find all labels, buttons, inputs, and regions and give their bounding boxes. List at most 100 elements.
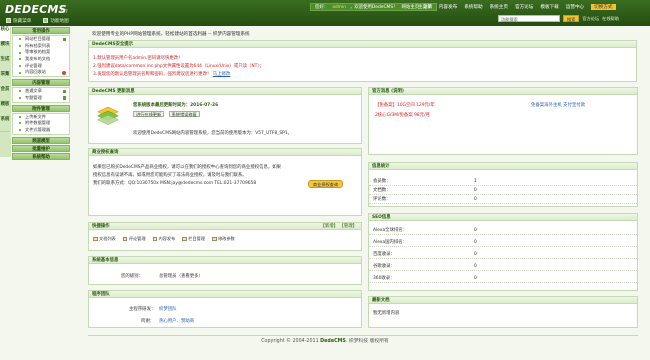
quick-columns[interactable]: 栏目管理 [182,236,205,242]
panel-title: 快捷操作 【新增】 【管理】 [89,223,361,230]
greeting-suffix: ，欢迎使用DedeCMS！ [349,5,398,10]
rail-tab-generate[interactable]: 生成 [0,57,10,72]
rail-tab-collect[interactable]: 采集 [0,72,10,87]
stat-key: 文档数： [373,188,391,193]
nav-forum[interactable]: 官方论坛 [515,4,533,10]
rail-tab-templates[interactable]: 模板 [0,102,10,117]
copyright-brand[interactable]: DedeCMS [320,339,346,344]
menu-item-label: 内容回收站 [25,69,46,75]
add-icon[interactable] [62,96,66,100]
menu-item-column-manage[interactable]: 网站栏目管理 [13,36,69,43]
welcome-text: 欢迎使用专业的PHP网站管理系统，轻松建站的首选利器 -- 织梦内容管理系统 [92,32,250,37]
quick-comments[interactable]: 评论管理 [122,236,146,242]
panel-title: 官方消息 (说明) [369,88,637,95]
change-now-link[interactable]: 马上修改 [213,72,231,77]
quick-doc-list[interactable]: 文档列表 [93,236,116,242]
system-fix-button[interactable]: 系统错误修复 [168,111,200,117]
panel-title: 系统基本信息 [89,257,361,264]
stat-value: 0 [474,197,477,202]
username: admin [332,4,346,10]
stat-value: 1 [474,179,477,184]
nav-main-menu[interactable]: 主菜单 [418,4,432,10]
security-tip-3: 3.发现您的默认后管理员名称和密码，强烈建议您进行更改！ 马上修改 [93,71,230,77]
online-update-button[interactable]: 进行在线更新 [133,111,165,117]
team-key-dev: 主程序研发： [129,307,156,312]
security-tip-1: 1.默认管理员用户名admin,密码请尽快更改！ [93,56,183,61]
menu-item-label: 上传新文件 [25,113,46,119]
nav-operations[interactable]: 运营中心 [566,4,584,10]
site-home-link[interactable]: 网站主页 [402,4,420,10]
add-icon[interactable] [62,37,66,42]
function-search-input[interactable]: 功能搜索 [498,15,560,22]
quick-add-button[interactable]: 【新增】 [320,224,338,229]
publish-icon [152,236,158,242]
menu-item-articles[interactable]: 普通文章 [13,88,69,95]
rail-tab-modules[interactable]: 模块 [0,42,10,57]
copyright-post: . 织梦科技 版权所有 [345,339,389,344]
menu-item-recycle[interactable]: 内容回收站 [13,69,69,76]
stats-row-docs: 文档数： 0 [369,186,637,195]
seo-key: Alexa全球排名： [373,228,408,233]
add-icon[interactable] [62,89,66,94]
news-item-1[interactable]: 【免备案】10G空间 129元/年 [375,102,435,108]
search-button[interactable]: 搜索 [563,15,580,22]
nav-publish[interactable]: 内容发布 [439,4,457,10]
nav-system-home[interactable]: 系统主页 [490,4,508,10]
menu-item-label: 所有档案列表 [25,42,51,48]
security-tip-3-text: 3.发现您的默认后管理员名称和密码，强烈建议您进行更改！ [93,72,213,77]
user-level-label: 您的级别： [121,274,143,279]
license-query-button[interactable]: 商业授权查询 [308,180,344,188]
online-help-link[interactable]: 在线帮助 [602,16,619,22]
quick-publish[interactable]: 内容发布 [152,236,175,242]
stat-key: 会员数： [373,179,391,184]
menu-group-attachments[interactable]: 附件管理 [12,104,70,112]
nav-help[interactable]: 系统帮助 [464,4,482,10]
panel-title: 最新文档 [369,297,637,304]
team-value-dev[interactable]: 织梦团队 [159,306,177,312]
user-level-value[interactable]: 总管理员（查看更多） [159,273,203,279]
menu-item-file-manager[interactable]: 文件式管理器 [13,127,69,134]
seo-key: 谷歌收录： [373,264,395,269]
rail-tab-members[interactable]: 会员 [0,87,10,102]
function-search: 功能搜索 搜索 官方论坛 在线帮助 [498,15,619,22]
team-value-thanks[interactable]: 热心用户、赞助商 [159,318,194,324]
settings-icon [212,236,217,242]
team-panel: 程序团队 主程序研发： 织梦团队 鸣谢： 热心用户、赞助商 [88,290,362,328]
menu-item-my-docs[interactable]: 我发布的文档 [13,56,69,63]
quick-manage-button[interactable]: 【管理】 [339,224,357,229]
hide-menu-button[interactable]: 隐藏菜单 [6,16,31,25]
news-item-3[interactable]: 2核心G/3M/免备案 98元/月 [375,112,430,118]
menu-group-common[interactable]: 常用操作 [12,27,70,34]
menu-item-topics[interactable]: 专题管理 [13,95,69,102]
switch-mode-button[interactable]: 切换方式 [591,4,616,10]
nav-templates[interactable]: 模板下载 [540,4,558,10]
panel-title: 信息统计 [369,163,637,170]
menu-item-label: 等审核的档案 [25,49,51,55]
function-map-button[interactable]: 功能地图 [43,16,69,25]
column-icon [182,236,187,242]
news-item-2[interactable]: 免备案海外主机 支付宝付款 [531,102,585,108]
seo-key: Alexa国内排名： [373,240,408,245]
seo-row-alexa-global: Alexa全球排名： 0 [369,226,637,235]
panel-title: 商业授权查询 [89,149,361,156]
official-forum-link[interactable]: 官方论坛 [582,16,599,22]
menu-group-channels[interactable]: 频道模型 [12,136,70,144]
rail-tab-core[interactable]: 核心 [0,27,10,42]
seo-key: 360收录： [373,276,395,281]
business-line-3: 我们的联系方式：QQ:1030750x MSN:jay@dedecms.com … [93,181,257,186]
menu-item-label: 文件式管理器 [25,126,51,132]
seo-row-360: 360收录： 0 [369,274,637,283]
quick-settings[interactable]: 修改参数 [212,236,235,242]
menu-group-content[interactable]: 内容管理 [12,79,70,87]
seo-value: 0 [474,276,477,281]
panel-title: DedeCMS 更新消息 [89,88,361,95]
top-header: DEDECMS v5.7 隐藏菜单 功能地图 您好： admin ，欢迎使用De… [0,0,650,26]
official-news-panel: 官方消息 (说明) 【免备案】10G空间 129元/年 免备案海外主机 支付宝付… [368,87,638,155]
seo-row-baidu: 百度收录： 0 [369,250,637,259]
security-panel: DedeCMS安全提示 1.默认管理员用户名admin,密码请尽快更改！ 2.强… [88,40,637,82]
menu-group-batch[interactable]: 批量维护 [12,144,70,152]
menu-group-help[interactable]: 系统帮助 [12,152,70,160]
menu-item-attach-data[interactable]: 附件数据管理 [13,120,69,127]
seo-value: 0 [474,240,477,245]
rail-tab-system[interactable]: 系统 [0,117,10,132]
